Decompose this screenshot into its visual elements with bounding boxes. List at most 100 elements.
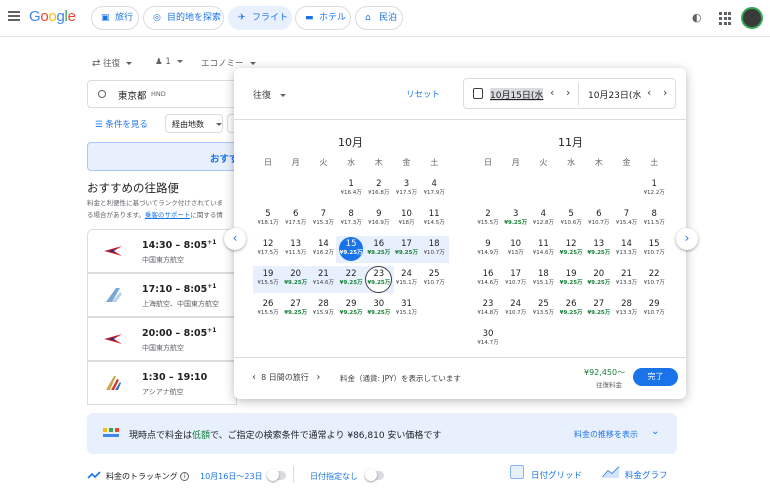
calendar-day[interactable]: 9 ¥16.9万 [365, 207, 393, 233]
chip-hotels[interactable]: ▬ ホテル [295, 6, 351, 30]
calendar-day[interactable]: 16 ¥9.25万 [365, 237, 393, 263]
calendar-day[interactable]: 15 ¥9.25万 [337, 237, 365, 263]
calendar-day[interactable]: 24 ¥10.7万 [502, 297, 530, 323]
dark-mode-icon[interactable]: ◐ [692, 11, 706, 25]
calendar-day[interactable]: 23 ¥14.8万 [474, 297, 502, 323]
calendar-day[interactable]: 19 ¥15.5万 [254, 267, 282, 293]
price-history-link[interactable]: 料金の推移を表示 [574, 429, 638, 440]
trip-type-select[interactable]: ⇄ 往復 [92, 57, 133, 69]
google-logo[interactable]: Google [29, 8, 76, 25]
flight-row[interactable]: 14:30 – 8:05+1 中国東方航空 [87, 229, 237, 273]
done-button[interactable]: 完了 [633, 368, 678, 386]
calendar-day[interactable]: 31 ¥15.1万 [393, 297, 421, 323]
search-button[interactable]: おすす [87, 142, 239, 171]
calendar-day[interactable]: 2 ¥16.8万 [365, 177, 393, 203]
calendar-day[interactable]: 25 ¥13.5万 [529, 297, 557, 323]
calendar-day[interactable]: 10 ¥18万 [393, 207, 421, 233]
calendar-day[interactable]: 11 ¥14.5万 [420, 207, 448, 233]
chip-rentals[interactable]: ⌂ 民泊 [355, 6, 403, 30]
avatar[interactable] [741, 7, 763, 29]
menu-icon[interactable] [8, 11, 20, 21]
calendar-day[interactable]: 17 ¥10.7万 [502, 267, 530, 293]
track-dates-toggle[interactable] [267, 469, 286, 481]
calendar-day[interactable]: 14 ¥13.3万 [613, 237, 641, 263]
calendar-day[interactable]: 27 ¥9.25万 [585, 297, 613, 323]
calendar-day[interactable]: 4 ¥12.8万 [529, 207, 557, 233]
calendar-day[interactable]: 13 ¥11.5万 [282, 237, 310, 263]
calendar-day[interactable]: 26 ¥15.5万 [254, 297, 282, 323]
calendar-day[interactable]: 21 ¥14.6万 [309, 267, 337, 293]
calendar-day[interactable]: 3 ¥17.5万 [393, 177, 421, 203]
calendar-day[interactable]: 11 ¥14.6万 [529, 237, 557, 263]
calendar-day[interactable]: 20 ¥9.25万 [282, 267, 310, 293]
calendar-day[interactable]: 20 ¥9.25万 [585, 267, 613, 293]
calendar-day[interactable]: 18 ¥15.1万 [529, 267, 557, 293]
calendar-day[interactable]: 8 ¥11.5万 [640, 207, 668, 233]
duration-prev-icon[interactable]: ‹ [252, 372, 256, 383]
chip-travel[interactable]: ▣ 旅行 [91, 6, 139, 30]
apps-grid-icon[interactable] [719, 12, 733, 26]
calendar-day[interactable]: 1 ¥16.4万 [337, 177, 365, 203]
calendar-day[interactable]: 1 ¥12.2万 [640, 177, 668, 203]
calendar-day[interactable]: 5 ¥18.1万 [254, 207, 282, 233]
calendar-day[interactable]: 6 ¥17.5万 [282, 207, 310, 233]
filters-button[interactable]: ☰ 条件を見る [95, 118, 148, 130]
return-date-field[interactable]: 10月23日(水 [588, 88, 641, 101]
calendar-day[interactable]: 16 ¥14.6万 [474, 267, 502, 293]
return-prev-icon[interactable]: ‹ [647, 86, 651, 99]
chevron-down-icon[interactable]: ⌄ [651, 426, 659, 437]
calendar-day[interactable]: 22 ¥9.25万 [337, 267, 365, 293]
departure-next-icon[interactable]: › [566, 86, 570, 99]
calendar-day[interactable]: 6 ¥10.7万 [585, 207, 613, 233]
calendar-day[interactable]: 12 ¥17.5万 [254, 237, 282, 263]
departure-prev-icon[interactable]: ‹ [550, 86, 554, 99]
calendar-day[interactable]: 29 ¥9.25万 [337, 297, 365, 323]
calendar-day[interactable]: 30 ¥9.25万 [365, 297, 393, 323]
calendar-day[interactable]: 18 ¥10.7万 [420, 237, 448, 263]
calendar-day[interactable]: 17 ¥9.25万 [393, 237, 421, 263]
calendar-trip-type[interactable]: 往復 [253, 88, 287, 101]
calendar-day[interactable]: 9 ¥14.9万 [474, 237, 502, 263]
calendar-day[interactable]: 28 ¥15.9万 [309, 297, 337, 323]
calendar-day[interactable]: 8 ¥17.3万 [337, 207, 365, 233]
calendar-day[interactable]: 22 ¥10.7万 [640, 267, 668, 293]
calendar-day[interactable]: 4 ¥17.9万 [420, 177, 448, 203]
calendar-day[interactable]: 10 ¥13万 [502, 237, 530, 263]
calendar-day[interactable]: 7 ¥15.3万 [309, 207, 337, 233]
calendar-day[interactable]: 25 ¥10.7万 [420, 267, 448, 293]
calendar-day[interactable]: 14 ¥16.2万 [309, 237, 337, 263]
calendar-day[interactable]: 15 ¥10.7万 [640, 237, 668, 263]
calendar-day[interactable]: 21 ¥13.3万 [613, 267, 641, 293]
calendar-day[interactable]: 7 ¥15.4万 [613, 207, 641, 233]
calendar-day[interactable]: 24 ¥15.1万 [393, 267, 421, 293]
flight-row[interactable]: 20:00 – 8:05+1 中国東方航空 [87, 317, 237, 361]
calendar-day[interactable]: 5 ¥10.6万 [557, 207, 585, 233]
stops-filter[interactable]: 経由地数 [165, 114, 223, 133]
chip-explore[interactable]: ◎ 目的地を探索 [143, 6, 224, 30]
passengers-select[interactable]: ♟ 1 [155, 57, 183, 67]
flight-row[interactable]: 17:10 – 8:05+1 上海航空、中国東方航空 [87, 273, 237, 317]
calendar-day[interactable]: 26 ¥9.25万 [557, 297, 585, 323]
origin-field[interactable]: 東京都 HND [87, 80, 237, 108]
calendar-day[interactable]: 3 ¥9.25万 [502, 207, 530, 233]
calendar-prev-month-icon[interactable]: ‹ [224, 228, 246, 250]
calendar-day[interactable]: 19 ¥9.25万 [557, 267, 585, 293]
calendar-day[interactable]: 29 ¥10.7万 [640, 297, 668, 323]
flight-row[interactable]: 1:30 – 19:10 アシアナ航空 [87, 361, 237, 405]
calendar-day[interactable]: 23 ¥9.25万 [365, 267, 393, 293]
calendar-day[interactable]: 13 ¥9.25万 [585, 237, 613, 263]
calendar-day[interactable]: 27 ¥9.25万 [282, 297, 310, 323]
return-next-icon[interactable]: › [663, 86, 667, 99]
duration-next-icon[interactable]: › [316, 372, 320, 383]
support-link[interactable]: 乗客のサポート [145, 211, 191, 219]
calendar-day[interactable]: 30 ¥14.7万 [474, 327, 502, 353]
departure-date-field[interactable]: 10月15日(水 [490, 88, 544, 101]
calendar-next-month-icon[interactable]: › [676, 228, 698, 250]
calendar-day[interactable]: 12 ¥9.25万 [557, 237, 585, 263]
track-any-dates-toggle[interactable] [365, 469, 384, 481]
date-grid-button[interactable]: 日付グリッド [531, 469, 582, 481]
price-graph-button[interactable]: 料金グラフ [625, 469, 668, 481]
calendar-day[interactable]: 28 ¥13.3万 [613, 297, 641, 323]
chip-flights[interactable]: ✈ フライト [228, 6, 292, 30]
info-icon[interactable]: i [180, 472, 190, 481]
